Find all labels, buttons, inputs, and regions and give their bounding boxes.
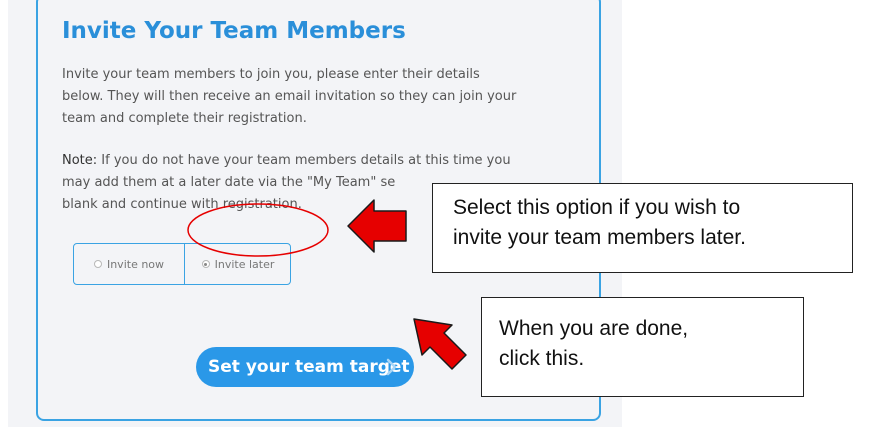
done-callout-line-2: click this. xyxy=(499,347,585,370)
done-callout: When you are done, click this. xyxy=(481,297,804,397)
invite-later-callout-line-2: invite your team members later. xyxy=(453,226,746,249)
note-line-2: may add them at a later date via the "My… xyxy=(62,175,396,190)
invite-timing-radio-group: Invite now Invite later xyxy=(73,243,291,285)
invite-description-line-2: below. They will then receive an email i… xyxy=(62,89,517,104)
note-line-3: blank and continue with registration. xyxy=(62,197,302,212)
done-callout-line-1: When you are done, xyxy=(499,317,689,340)
page-title: Invite Your Team Members xyxy=(62,18,406,44)
invite-later-callout-line-1: Select this option if you wish to xyxy=(453,196,741,219)
invite-later-callout: Select this option if you wish to invite… xyxy=(432,183,853,273)
invite-now-label: Invite now xyxy=(106,257,165,271)
invite-description: Invite your team members to join you, pl… xyxy=(62,64,582,130)
note-label: Note: xyxy=(62,153,98,168)
invite-description-line-1: Invite your team members to join you, pl… xyxy=(62,67,480,82)
note-line-1: If you do not have your team members det… xyxy=(97,153,511,168)
invite-description-line-3: team and complete their registration. xyxy=(62,111,307,126)
chevron-right-icon xyxy=(386,358,397,376)
screenshot-stage: Invite Your Team Members Invite your tea… xyxy=(0,0,873,427)
invite-later-label: Invite later xyxy=(214,257,275,271)
invite-now-option[interactable]: Invite now xyxy=(74,244,185,284)
set-team-target-button[interactable]: Set your team target xyxy=(196,347,414,387)
invite-later-option[interactable]: Invite later xyxy=(185,244,291,284)
radio-checked-icon[interactable] xyxy=(201,260,210,268)
radio-unchecked-icon[interactable] xyxy=(93,260,102,268)
